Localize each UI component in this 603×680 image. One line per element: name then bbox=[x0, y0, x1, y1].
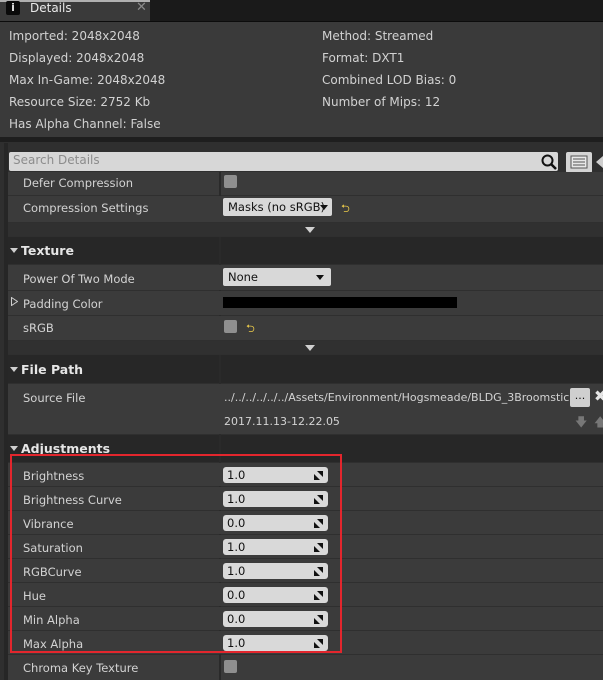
source-file-label: Source File bbox=[23, 391, 86, 405]
chroma-key-checkbox[interactable] bbox=[224, 660, 237, 673]
srgb-checkbox[interactable] bbox=[224, 320, 237, 333]
reset-to-default-icon[interactable]: ⮌ bbox=[246, 320, 255, 339]
row-srgb bbox=[8, 316, 603, 340]
expand-advanced-icon[interactable] bbox=[305, 227, 315, 233]
compression-settings-value: Masks (no sRGB) bbox=[228, 200, 326, 214]
tab-label: Details bbox=[30, 1, 72, 15]
category-texture-title: Texture bbox=[21, 243, 74, 258]
expand-advanced-icon[interactable] bbox=[305, 345, 315, 351]
info-imported: Imported: 2048x2048 bbox=[9, 29, 140, 43]
clear-icon[interactable]: ✖ bbox=[594, 387, 603, 405]
info-max-in-game: Max In-Game: 2048x2048 bbox=[9, 73, 166, 87]
padding-color-swatch[interactable] bbox=[223, 297, 457, 308]
collapse-icon[interactable] bbox=[10, 248, 18, 253]
collapse-icon[interactable] bbox=[10, 446, 18, 451]
power-of-two-value: None bbox=[228, 270, 259, 284]
highlight-box bbox=[10, 454, 342, 653]
tab-details[interactable] bbox=[0, 0, 150, 21]
power-of-two-label: Power Of Two Mode bbox=[23, 272, 135, 286]
defer-compression-label: Defer Compression bbox=[23, 176, 134, 190]
category-texture[interactable] bbox=[8, 237, 603, 264]
source-file-path: ../../../../../../Assets/Environment/Hog… bbox=[224, 391, 570, 404]
search-placeholder: Search Details bbox=[13, 153, 100, 167]
defer-compression-checkbox[interactable] bbox=[224, 175, 237, 188]
info-icon: i bbox=[6, 1, 20, 15]
chevron-down-icon bbox=[316, 275, 324, 280]
compression-settings-label: Compression Settings bbox=[23, 201, 149, 215]
browse-button[interactable]: ... bbox=[570, 388, 590, 407]
info-format: Format: DXT1 bbox=[322, 51, 405, 65]
source-file-timestamp: 2017.11.13-12.22.05 bbox=[224, 415, 340, 428]
chevron-down-icon bbox=[320, 205, 328, 210]
arrow-down-icon[interactable]: 🡇 bbox=[575, 413, 587, 434]
category-file-path-title: File Path bbox=[21, 362, 84, 377]
list-view-icon bbox=[570, 155, 588, 169]
info-num-mips: Number of Mips: 12 bbox=[322, 95, 441, 109]
chroma-key-label: Chroma Key Texture bbox=[23, 661, 139, 675]
power-of-two-dropdown[interactable]: None bbox=[223, 268, 331, 286]
compression-settings-dropdown[interactable]: Masks (no sRGB) bbox=[223, 198, 332, 216]
collapse-icon[interactable] bbox=[10, 367, 18, 372]
column-divider[interactable] bbox=[219, 655, 221, 680]
collapse-arrow-icon[interactable] bbox=[594, 156, 603, 168]
info-has-alpha: Has Alpha Channel: False bbox=[9, 117, 161, 131]
search-icon[interactable] bbox=[540, 153, 558, 171]
info-displayed: Displayed: 2048x2048 bbox=[9, 51, 145, 65]
category-file-path[interactable] bbox=[8, 355, 603, 383]
arrow-up-icon[interactable]: 🡅 bbox=[594, 413, 603, 434]
srgb-label: sRGB bbox=[23, 321, 54, 335]
expand-right-icon[interactable] bbox=[11, 297, 18, 306]
info-lod-bias: Combined LOD Bias: 0 bbox=[322, 73, 457, 87]
info-method: Method: Streamed bbox=[322, 29, 434, 43]
reset-to-default-icon[interactable]: ⮌ bbox=[341, 200, 350, 219]
padding-color-label: Padding Color bbox=[23, 297, 103, 311]
close-icon[interactable]: ✕ bbox=[136, 0, 147, 15]
info-resource-size: Resource Size: 2752 Kb bbox=[9, 95, 151, 109]
